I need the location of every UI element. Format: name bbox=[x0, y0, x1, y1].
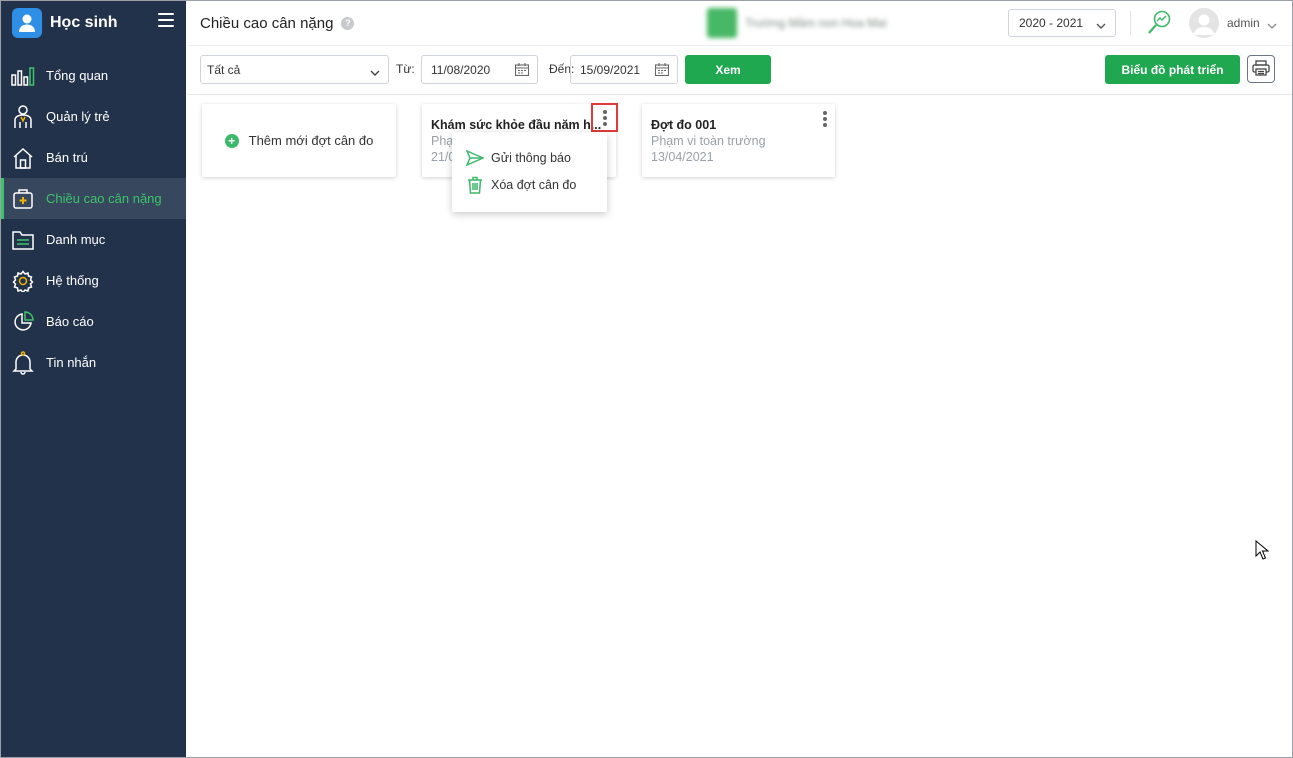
sidebar-item-tong-quan[interactable]: Tổng quan bbox=[1, 55, 186, 96]
sidebar-item-label: Danh mục bbox=[46, 232, 106, 247]
highlight-box bbox=[591, 103, 618, 132]
sidebar-item-label: Tổng quan bbox=[46, 68, 109, 83]
send-icon bbox=[466, 149, 484, 167]
menu-item-label: Gửi thông báo bbox=[491, 151, 571, 165]
bell-icon bbox=[11, 350, 35, 375]
add-measurement-label: Thêm mới đợt cân đo bbox=[248, 133, 374, 148]
chevron-down-icon bbox=[1096, 19, 1106, 33]
menu-item-label: Xóa đợt cân đo bbox=[491, 178, 577, 192]
sidebar-item-he-thong[interactable]: Hệ thống bbox=[1, 260, 186, 301]
card-title: Đợt đo 001 bbox=[651, 118, 717, 132]
sidebar-item-label: Quản lý trẻ bbox=[46, 109, 110, 124]
calendar-icon[interactable] bbox=[514, 63, 530, 79]
to-date-value: 15/09/2021 bbox=[580, 62, 641, 77]
sidebar-item-chieu-cao-can-nang[interactable]: Chiều cao cân nặng bbox=[1, 178, 186, 219]
header: Chiều cao cân nặng ? Trường Mầm non Hoa … bbox=[187, 1, 1292, 46]
from-label: Từ: bbox=[396, 62, 415, 76]
group-filter-select[interactable]: Tất cả bbox=[200, 55, 389, 84]
sidebar-nav: Tổng quan Quản lý trẻ Bán trú Chiều cao … bbox=[1, 55, 186, 383]
home-icon bbox=[11, 146, 35, 170]
from-date-field[interactable]: 11/08/2020 bbox=[421, 55, 538, 84]
student-logo-icon bbox=[12, 8, 42, 38]
medical-kit-icon bbox=[11, 187, 35, 211]
mouse-cursor-icon bbox=[1255, 539, 1270, 563]
from-date-value: 11/08/2020 bbox=[431, 62, 491, 77]
page-title: Chiều cao cân nặng bbox=[200, 14, 334, 32]
plus-circle-icon: + bbox=[224, 133, 239, 148]
sidebar-item-tin-nhan[interactable]: Tin nhắn bbox=[1, 342, 186, 383]
sidebar-item-label: Chiều cao cân nặng bbox=[46, 191, 162, 206]
chevron-down-icon[interactable] bbox=[1267, 18, 1277, 33]
school-logo-icon bbox=[707, 8, 737, 38]
card-date: 13/04/2021 bbox=[651, 150, 714, 164]
growth-chart-button[interactable]: Biểu đồ phát triển bbox=[1105, 55, 1240, 84]
sidebar-item-label: Tin nhắn bbox=[46, 355, 97, 370]
divider bbox=[1130, 11, 1131, 35]
school-year-value: 2020 - 2021 bbox=[1019, 16, 1084, 30]
filter-toolbar: Tất cả Từ: 11/08/2020 Đến: 15/09/2021 Xe… bbox=[187, 47, 1292, 95]
print-button[interactable] bbox=[1247, 55, 1275, 83]
printer-icon bbox=[1252, 59, 1270, 79]
user-name[interactable]: admin bbox=[1227, 16, 1260, 30]
calendar-icon[interactable] bbox=[654, 63, 670, 79]
school-info: Trường Mầm non Hoa Mai bbox=[707, 8, 887, 38]
avatar[interactable] bbox=[1189, 8, 1219, 38]
sidebar-item-label: Bán trú bbox=[46, 150, 88, 165]
sidebar-item-quan-ly-tre[interactable]: Quản lý trẻ bbox=[1, 96, 186, 137]
add-measurement-card[interactable]: + Thêm mới đợt cân đo bbox=[202, 104, 396, 177]
chevron-down-icon bbox=[370, 66, 380, 80]
card-scope: Phạm vi toàn trường bbox=[651, 134, 766, 148]
menu-item-send-notification[interactable]: Gửi thông báo bbox=[466, 149, 571, 167]
sidebar-item-bao-cao[interactable]: Báo cáo bbox=[1, 301, 186, 342]
growth-search-icon[interactable] bbox=[1145, 9, 1173, 40]
sidebar-item-label: Báo cáo bbox=[46, 314, 94, 329]
sidebar-item-label: Hệ thống bbox=[46, 273, 99, 288]
card-title: Khám sức khỏe đầu năm h... bbox=[431, 118, 601, 132]
more-options-icon[interactable] bbox=[822, 111, 827, 129]
card-options-menu: Gửi thông báo Xóa đợt cân đo bbox=[452, 132, 607, 212]
card-date: 21/09/2020 bbox=[431, 150, 453, 164]
sidebar-item-ban-tru[interactable]: Bán trú bbox=[1, 137, 186, 178]
menu-item-delete-measurement[interactable]: Xóa đợt cân đo bbox=[466, 176, 576, 194]
child-icon bbox=[11, 104, 35, 129]
school-name: Trường Mầm non Hoa Mai bbox=[745, 16, 887, 30]
pie-chart-icon bbox=[11, 310, 35, 334]
school-year-select[interactable]: 2020 - 2021 bbox=[1008, 9, 1116, 37]
bar-chart-icon bbox=[11, 64, 35, 88]
gear-icon bbox=[11, 269, 35, 293]
group-filter-value: Tất cả bbox=[207, 62, 241, 77]
sidebar: Học sinh Tổng quan Quản lý trẻ Bán trú C… bbox=[1, 1, 186, 757]
help-icon[interactable]: ? bbox=[341, 16, 355, 30]
sidebar-item-danh-muc[interactable]: Danh mục bbox=[1, 219, 186, 260]
menu-toggle-icon[interactable] bbox=[158, 13, 174, 27]
measurement-card[interactable]: Đợt đo 001 Phạm vi toàn trường 13/04/202… bbox=[642, 104, 835, 177]
folder-icon bbox=[11, 228, 35, 252]
to-date-field[interactable]: 15/09/2021 bbox=[570, 55, 678, 84]
app-title: Học sinh bbox=[50, 14, 118, 31]
view-button[interactable]: Xem bbox=[685, 55, 771, 84]
trash-icon bbox=[466, 176, 484, 194]
